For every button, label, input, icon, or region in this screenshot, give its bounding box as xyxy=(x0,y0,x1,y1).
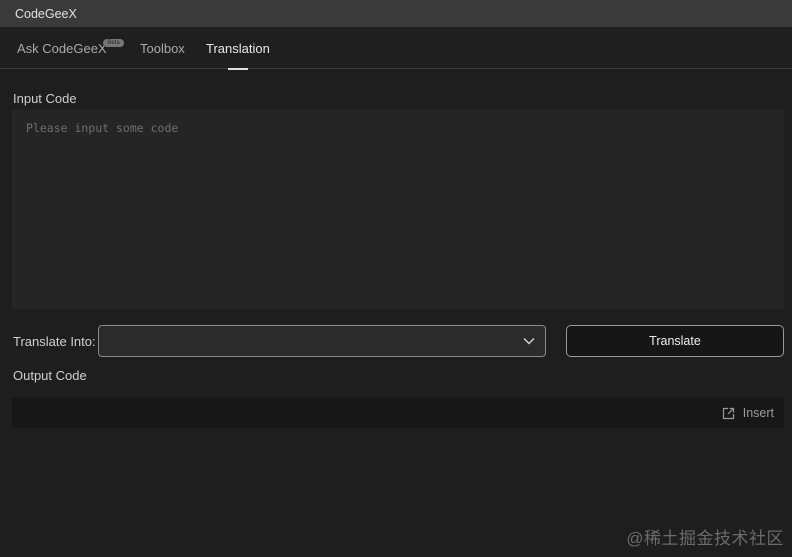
title-bar: CodeGeeX xyxy=(0,0,792,27)
translate-into-label: Translate Into: xyxy=(13,334,96,349)
target-language-select[interactable] xyxy=(98,325,546,357)
tab-label: Toolbox xyxy=(140,40,185,56)
chevron-down-icon xyxy=(523,337,535,345)
watermark: @稀土掘金技术社区 xyxy=(626,529,784,548)
tab-label: Ask CodeGeeX xyxy=(17,40,107,56)
tab-translation[interactable]: Translation xyxy=(206,27,270,70)
tab-label: Translation xyxy=(206,40,270,56)
insert-label: Insert xyxy=(742,406,774,420)
codegeex-window: CodeGeeX Ask CodeGeeX Beta Toolbox Trans… xyxy=(0,0,792,557)
insert-button[interactable]: Insert xyxy=(722,398,774,428)
output-code-label: Output Code xyxy=(13,368,87,383)
output-toolbar: Insert xyxy=(12,398,784,428)
insert-external-icon xyxy=(722,407,734,419)
tab-toolbox[interactable]: Toolbox xyxy=(140,27,185,69)
input-code-textarea[interactable] xyxy=(12,110,784,309)
window-title: CodeGeeX xyxy=(15,6,77,21)
tab-ask-codegeex[interactable]: Ask CodeGeeX Beta xyxy=(17,27,124,69)
beta-badge: Beta xyxy=(103,39,124,47)
input-code-label: Input Code xyxy=(13,91,77,106)
translate-button[interactable]: Translate xyxy=(566,325,784,357)
tab-bar: Ask CodeGeeX Beta Toolbox Translation xyxy=(0,27,792,70)
